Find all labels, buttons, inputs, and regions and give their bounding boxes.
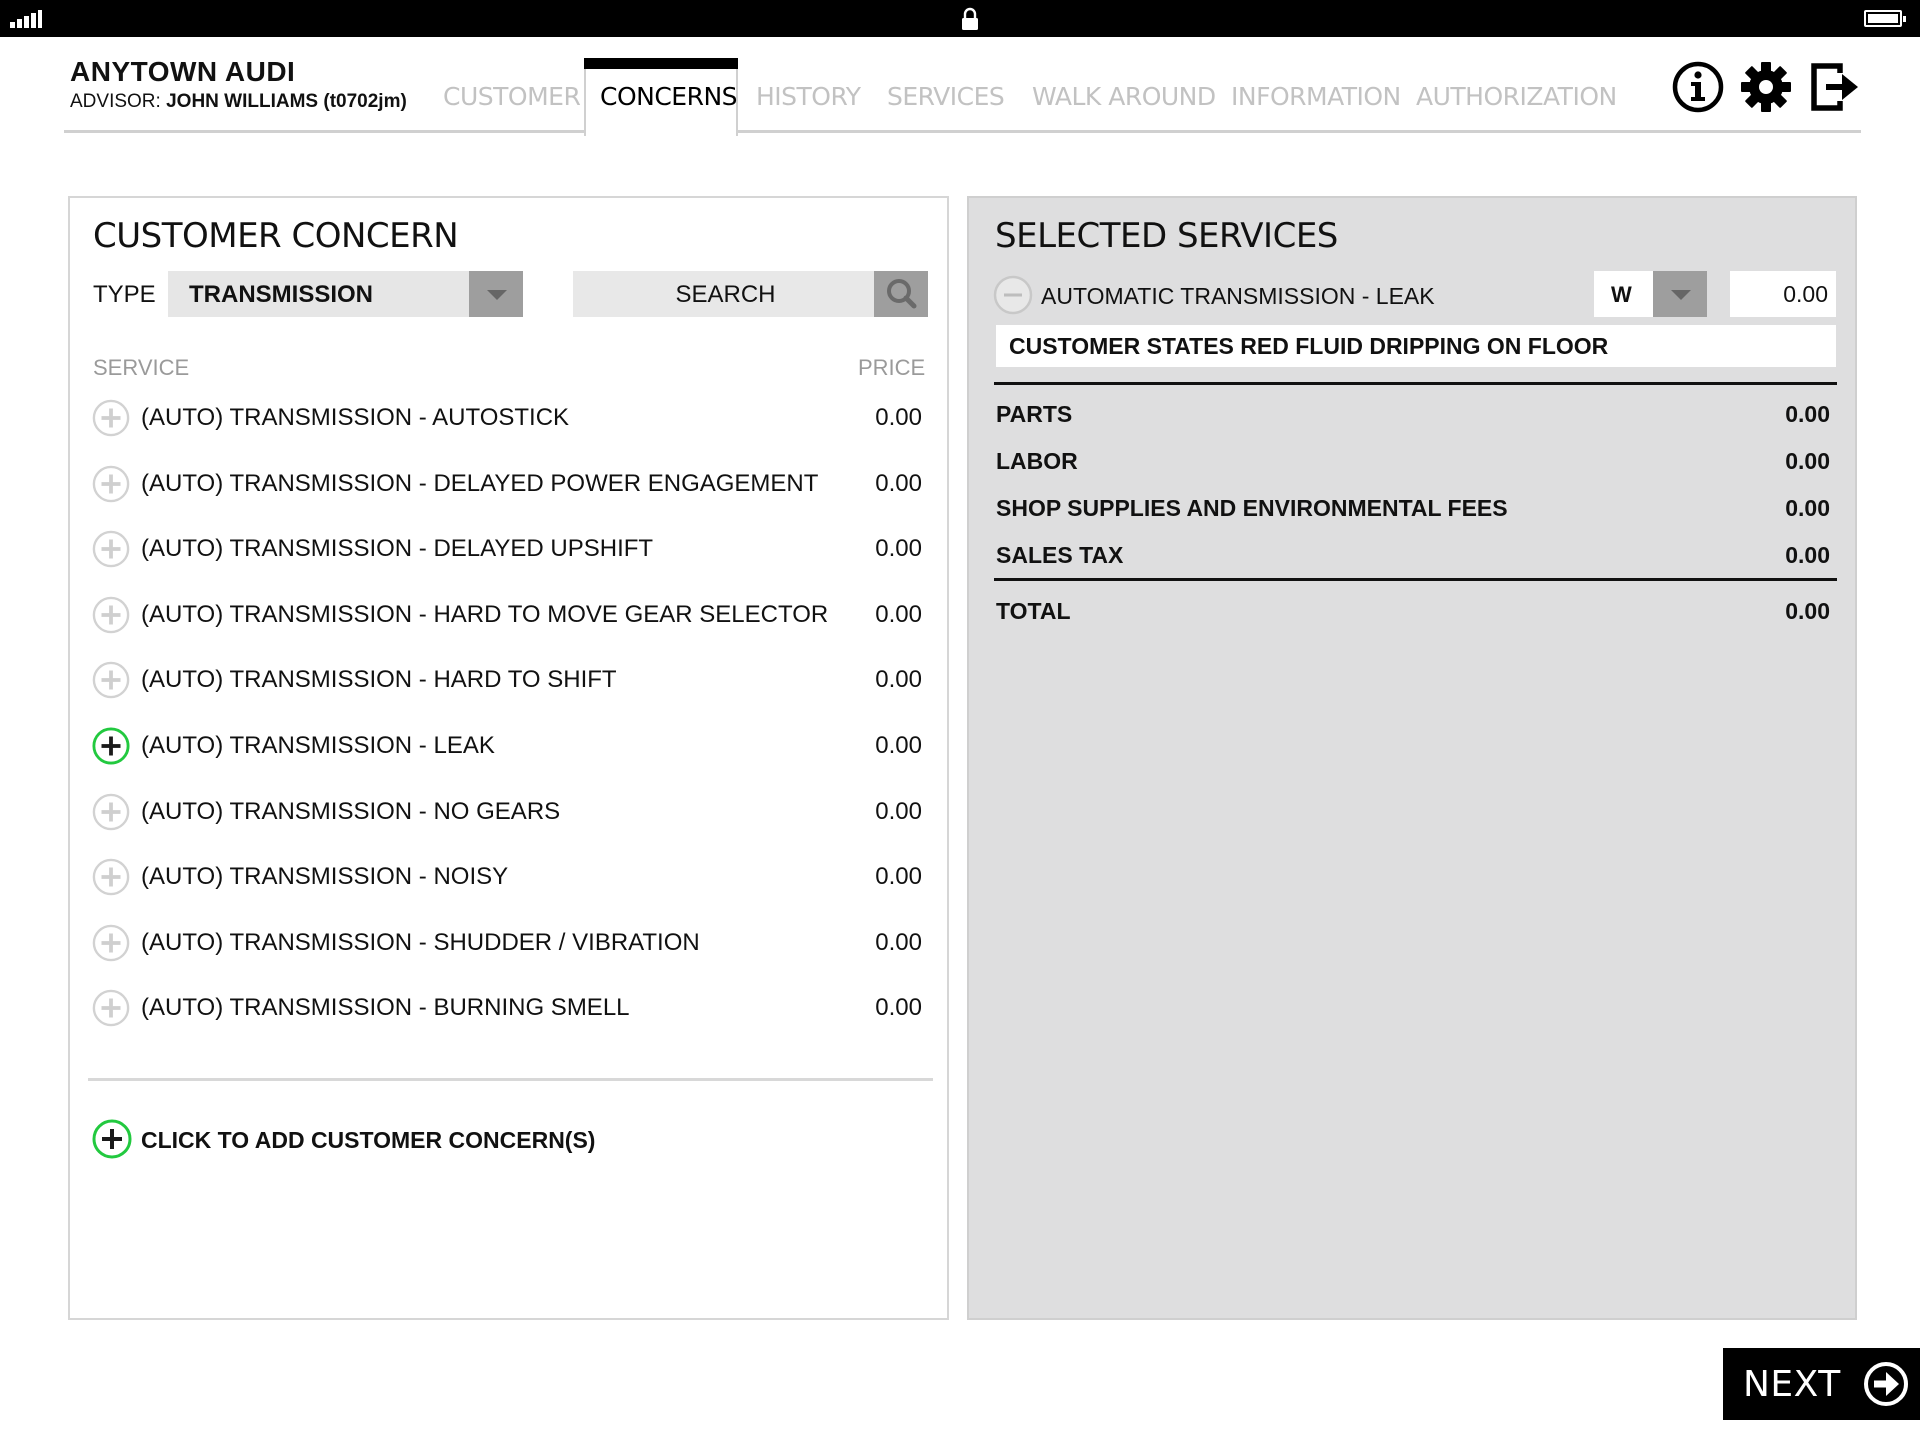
tab-customer[interactable]: CUSTOMER xyxy=(443,82,581,111)
service-name: (AUTO) TRANSMISSION - HARD TO SHIFT xyxy=(141,666,617,694)
add-service-icon[interactable] xyxy=(92,727,130,765)
summary-top-rule xyxy=(994,382,1837,385)
add-circle-icon xyxy=(92,1119,132,1159)
service-name: (AUTO) TRANSMISSION - DELAYED POWER ENGA… xyxy=(141,469,819,497)
service-name: (AUTO) TRANSMISSION - AUTOSTICK xyxy=(141,404,570,431)
search-icon xyxy=(887,279,917,309)
tab-services[interactable]: SERVICES xyxy=(887,82,1005,111)
advisor-info: ADVISOR: JOHN WILLIAMS (t0702jm) xyxy=(70,91,407,113)
service-row[interactable]: (AUTO) TRANSMISSION - HARD TO MOVE GEAR … xyxy=(92,592,928,638)
parts-label: PARTS xyxy=(996,401,1073,427)
customer-concern-title: CUSTOMER CONCERN xyxy=(93,216,459,256)
sales-tax-label: SALES TAX xyxy=(996,542,1124,568)
search-field[interactable]: SEARCH xyxy=(573,271,928,317)
lock-icon xyxy=(962,7,978,30)
concern-note-input[interactable] xyxy=(996,325,1836,367)
selected-services-title: SELECTED SERVICES xyxy=(995,216,1338,256)
signal-icon xyxy=(10,10,42,28)
service-row[interactable]: (AUTO) TRANSMISSION - DELAYED POWER ENGA… xyxy=(92,461,928,507)
search-button[interactable] xyxy=(874,271,928,317)
selected-service-price-input[interactable] xyxy=(1730,271,1836,317)
tab-information[interactable]: INFORMATION xyxy=(1231,82,1401,111)
type-dropdown[interactable]: TRANSMISSION xyxy=(168,271,523,317)
labor-value: 0.00 xyxy=(1785,448,1830,474)
labor-label: LABOR xyxy=(996,448,1078,474)
service-price: 0.00 xyxy=(875,469,922,497)
logout-icon[interactable] xyxy=(1808,60,1862,114)
parts-value: 0.00 xyxy=(1785,401,1830,427)
active-tab-indicator xyxy=(584,58,738,69)
tab-history[interactable]: HISTORY xyxy=(756,82,861,111)
add-service-icon[interactable] xyxy=(92,596,130,634)
price-column-header: PRICE xyxy=(858,355,926,380)
shop-supplies-label: SHOP SUPPLIES AND ENVIRONMENTAL FEES xyxy=(996,495,1508,521)
total-value: 0.00 xyxy=(1785,598,1830,624)
service-name: (AUTO) TRANSMISSION - NO GEARS xyxy=(141,797,561,825)
add-customer-concern-label: CLICK TO ADD CUSTOMER CONCERN(S) xyxy=(141,1127,596,1153)
service-price: 0.00 xyxy=(875,666,922,694)
battery-icon xyxy=(1864,10,1906,27)
tab-walk-around[interactable]: WALK AROUND xyxy=(1032,82,1216,111)
service-name: (AUTO) TRANSMISSION - BURNING SMELL xyxy=(141,994,630,1022)
service-price: 0.00 xyxy=(875,863,922,891)
service-row[interactable]: (AUTO) TRANSMISSION - HARD TO SHIFT 0.00 xyxy=(92,657,928,703)
service-price: 0.00 xyxy=(875,535,922,563)
service-row[interactable]: (AUTO) TRANSMISSION - NOISY 0.00 xyxy=(92,854,928,900)
service-row[interactable]: (AUTO) TRANSMISSION - BURNING SMELL 0.00 xyxy=(92,985,928,1031)
service-price: 0.00 xyxy=(875,404,922,431)
service-name: (AUTO) TRANSMISSION - DELAYED UPSHIFT xyxy=(141,535,654,563)
chevron-down-icon[interactable] xyxy=(469,271,523,317)
service-row[interactable]: (AUTO) TRANSMISSION - DELAYED UPSHIFT 0.0… xyxy=(92,526,928,572)
service-column-header: SERVICE xyxy=(93,355,190,380)
service-price: 0.00 xyxy=(875,994,922,1022)
add-service-icon[interactable] xyxy=(92,465,130,503)
total-label: TOTAL xyxy=(996,598,1071,624)
service-name: (AUTO) TRANSMISSION - SHUDDER / VIBRATIO… xyxy=(141,928,700,956)
service-price: 0.00 xyxy=(875,600,922,628)
type-dropdown-value: TRANSMISSION xyxy=(189,281,374,308)
dealer-name: ANYTOWN AUDI xyxy=(70,56,296,87)
service-name: (AUTO) TRANSMISSION - HARD TO MOVE GEAR … xyxy=(141,600,829,628)
add-service-icon[interactable] xyxy=(92,530,130,568)
info-icon[interactable] xyxy=(1671,60,1725,114)
tab-authorization[interactable]: AUTHORIZATION xyxy=(1416,82,1617,111)
gear-icon[interactable] xyxy=(1739,60,1793,114)
add-service-icon[interactable] xyxy=(92,661,130,699)
remove-service-icon[interactable] xyxy=(993,275,1033,315)
service-price: 0.00 xyxy=(875,732,922,759)
arrow-right-circle-icon xyxy=(1864,1362,1908,1406)
advisor-name: JOHN WILLIAMS (t0702jm) xyxy=(166,91,407,112)
add-service-icon[interactable] xyxy=(92,989,130,1027)
chevron-down-icon[interactable] xyxy=(1653,271,1707,317)
service-price: 0.00 xyxy=(875,797,922,825)
summary-total-rule xyxy=(994,578,1837,581)
add-service-icon[interactable] xyxy=(92,924,130,962)
nav-underline xyxy=(64,130,1861,133)
add-service-icon[interactable] xyxy=(92,793,130,831)
selected-service-name: AUTOMATIC TRANSMISSION - LEAK xyxy=(1041,283,1435,309)
service-row[interactable]: (AUTO) TRANSMISSION - SHUDDER / VIBRATIO… xyxy=(92,920,928,966)
advisor-label: ADVISOR: xyxy=(70,91,161,112)
service-name: (AUTO) TRANSMISSION - LEAK xyxy=(141,732,495,759)
service-row[interactable]: (AUTO) TRANSMISSION - LEAK 0.00 xyxy=(92,723,928,769)
next-label: NEXT xyxy=(1743,1364,1841,1405)
service-row[interactable]: (AUTO) TRANSMISSION - AUTOSTICK 0.00 xyxy=(92,395,928,441)
service-row[interactable]: (AUTO) TRANSMISSION - NO GEARS 0.00 xyxy=(92,789,928,835)
service-name: (AUTO) TRANSMISSION - NOISY xyxy=(141,863,509,891)
shop-supplies-value: 0.00 xyxy=(1785,495,1830,521)
add-service-icon[interactable] xyxy=(92,858,130,896)
sales-tax-value: 0.00 xyxy=(1785,542,1830,568)
pay-type-dropdown[interactable]: W xyxy=(1594,271,1707,317)
concern-divider xyxy=(88,1078,933,1081)
type-label: TYPE xyxy=(93,281,156,308)
next-button[interactable]: NEXT xyxy=(1723,1348,1920,1420)
search-label: SEARCH xyxy=(675,281,776,308)
pay-type-value: W xyxy=(1611,282,1632,307)
add-service-icon[interactable] xyxy=(92,399,130,437)
service-price: 0.00 xyxy=(875,928,922,956)
tab-concerns[interactable]: CONCERNS xyxy=(600,82,738,111)
